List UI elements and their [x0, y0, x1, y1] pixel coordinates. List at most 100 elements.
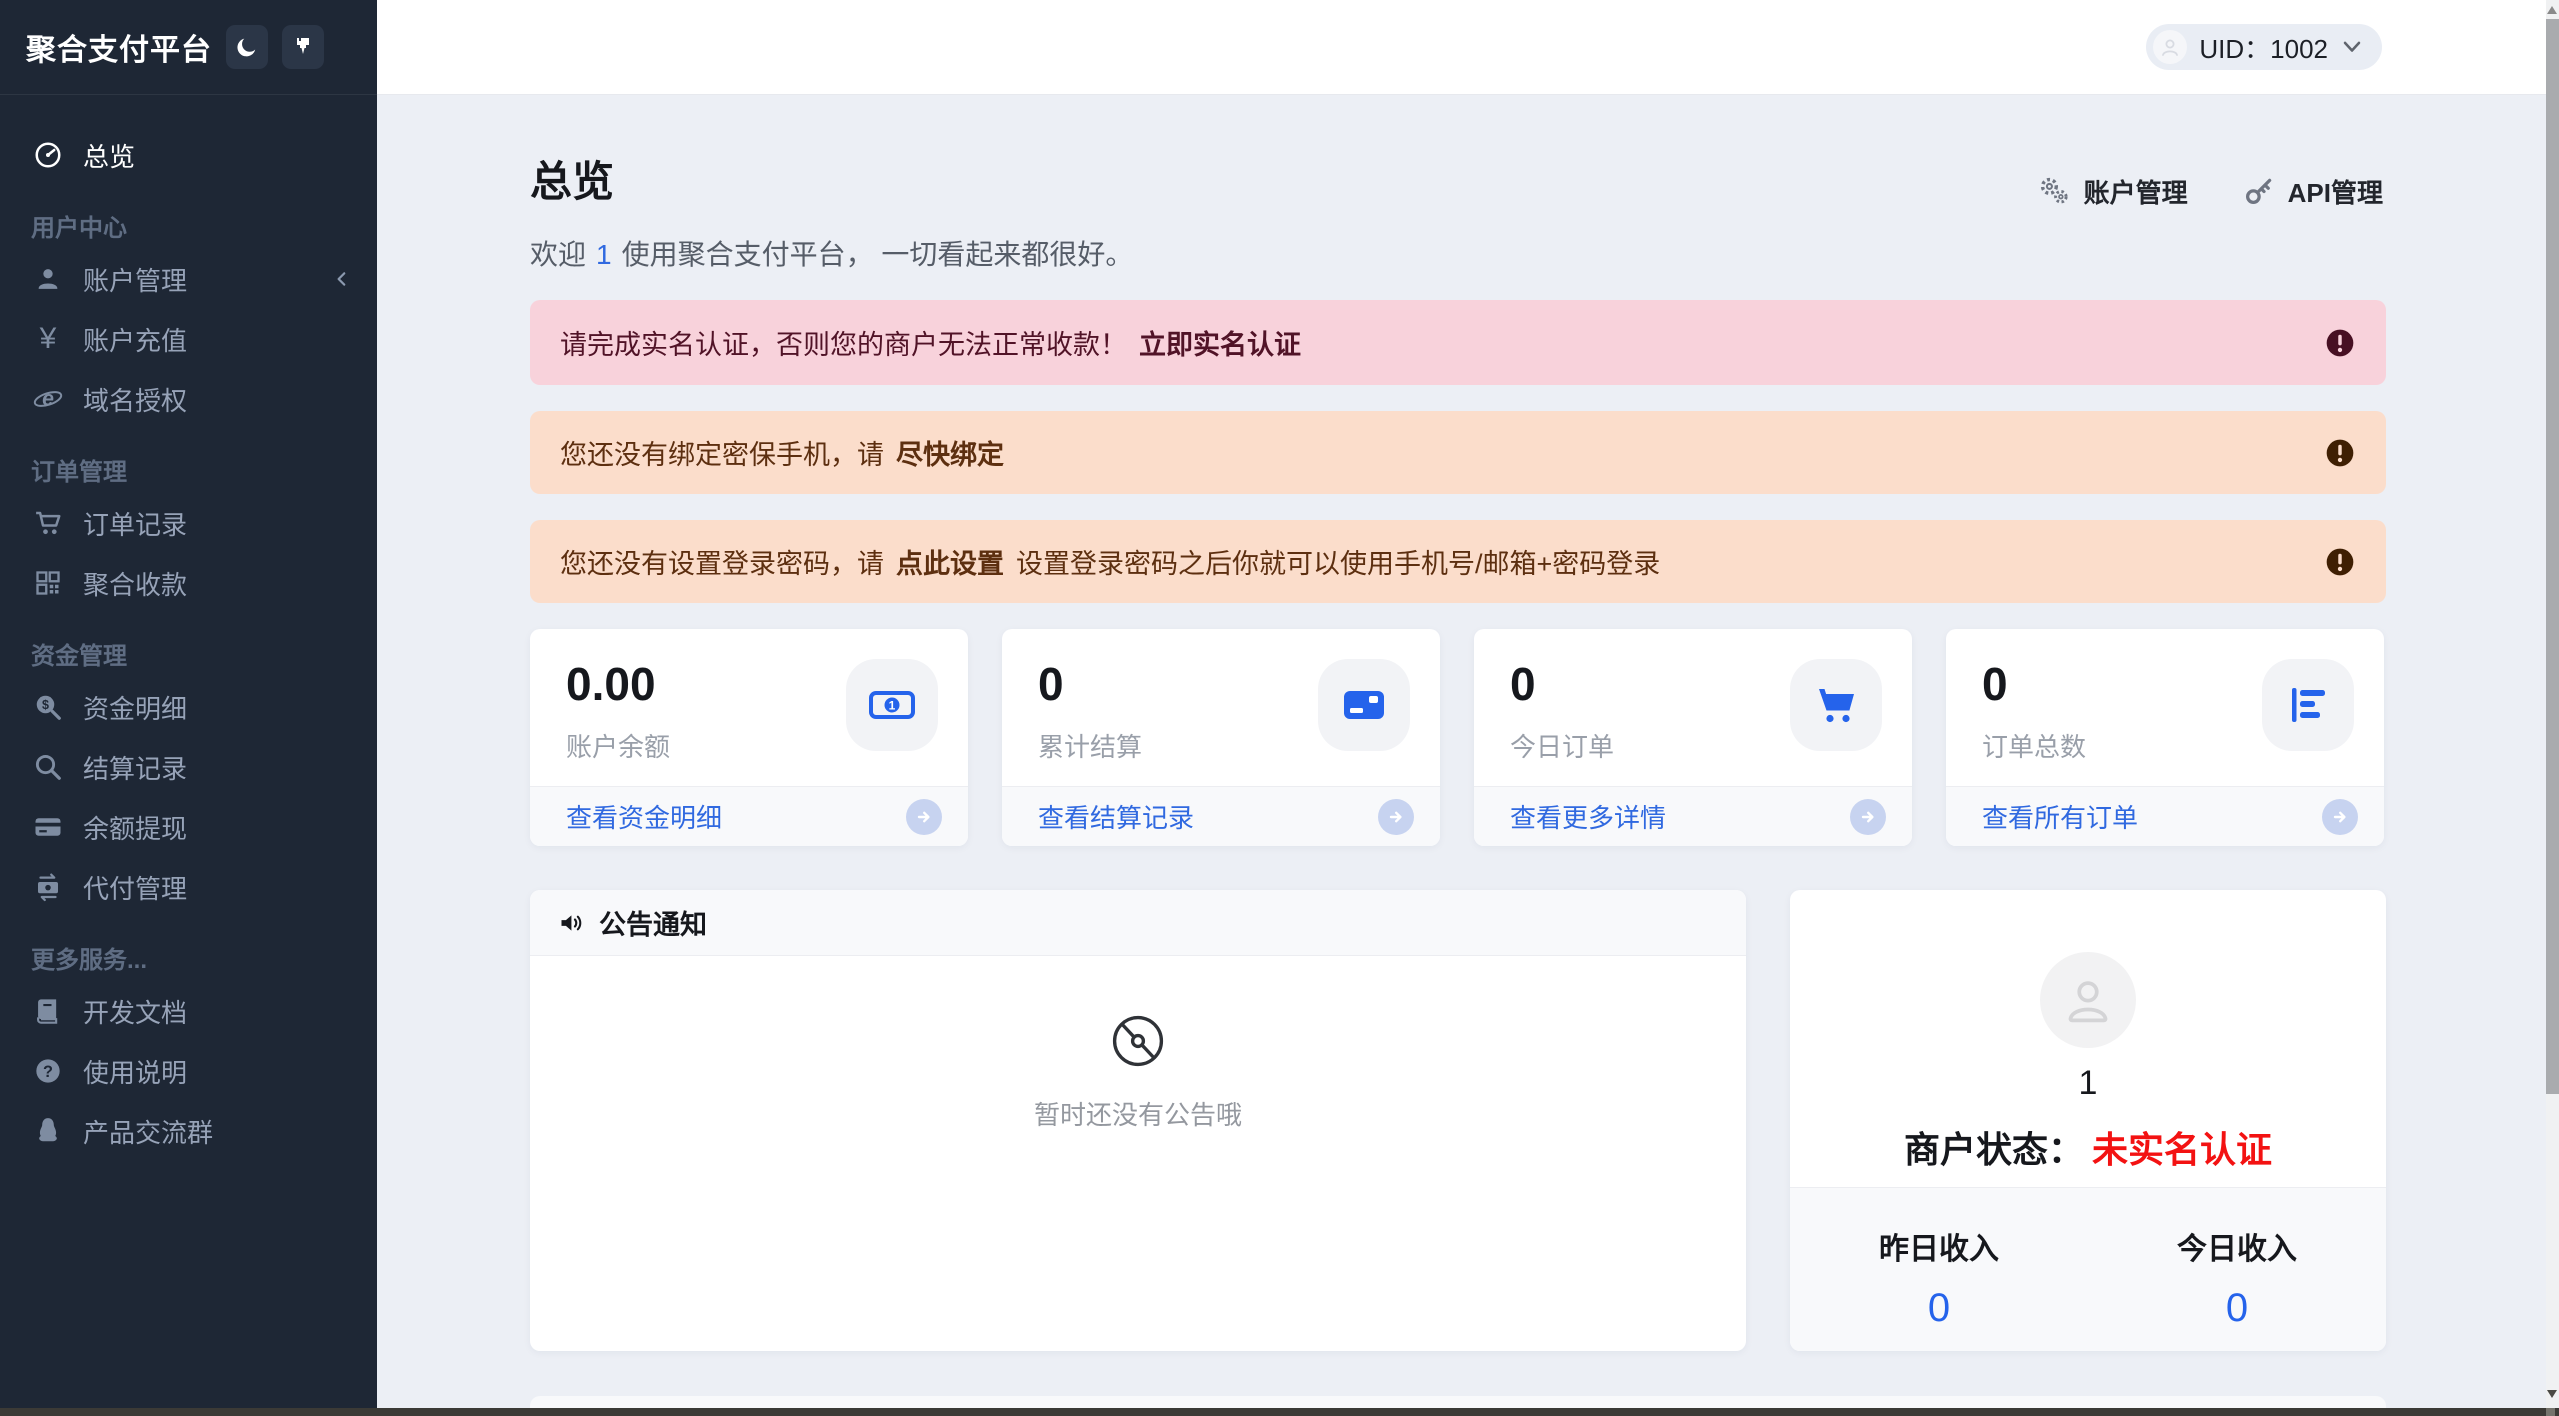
sidebar-item-label: 聚合收款 — [83, 569, 188, 600]
question-icon: ? — [33, 1054, 63, 1088]
exclamation-icon — [2324, 437, 2356, 469]
income-label: 今日收入 — [2177, 1233, 2297, 1266]
sidebar-item-settle-records[interactable]: 结算记录 — [0, 737, 377, 797]
sidebar-item-label: 代付管理 — [83, 873, 188, 904]
window-bottom-edge-notch — [2546, 1408, 2555, 1416]
yen-icon: ¥ — [39, 322, 57, 355]
page-title: 总览 — [530, 158, 615, 205]
alert-bind-phone: 您还没有绑定密保手机，请 尽快绑定 — [530, 411, 2386, 494]
quick-link-api-manage[interactable]: API管理 — [2244, 173, 2383, 210]
announcement-empty-state: 暂时还没有公告哦 — [530, 956, 1746, 1132]
app-logo: 聚合支付平台 — [26, 34, 212, 67]
stat-link-label: 查看资金明细 — [566, 803, 723, 833]
sidebar-item-recharge[interactable]: ¥ 账户充值 — [0, 309, 377, 369]
scrollbar-up-arrow[interactable] — [2547, 6, 2557, 14]
svg-text:$: $ — [42, 698, 49, 712]
alert-action-link[interactable]: 尽快绑定 — [896, 433, 1004, 472]
sidebar-item-order-records[interactable]: 订单记录 — [0, 493, 377, 553]
stat-card-link[interactable]: 查看结算记录 — [1002, 786, 1440, 846]
stat-card-link[interactable]: 查看所有订单 — [1946, 786, 2384, 846]
stat-card-settlement: 0 累计结算 查看结算记录 — [1002, 629, 1440, 846]
sidebar-item-usage-guide[interactable]: ? 使用说明 — [0, 1041, 377, 1101]
sidebar-item-label: 产品交流群 — [83, 1117, 214, 1148]
sidebar-logo-row: 聚合支付平台 — [0, 0, 377, 95]
svg-text:1: 1 — [889, 698, 896, 712]
sidebar-item-label: 余额提现 — [83, 813, 188, 844]
chevron-down-icon — [2342, 40, 2362, 54]
alert-action-link[interactable]: 点此设置 — [896, 542, 1004, 581]
sidebar-item-label: 域名授权 — [83, 385, 188, 416]
merchant-income-footer: 昨日收入 0 今日收入 0 — [1790, 1187, 2386, 1351]
sidebar-section-more: 更多服务... — [31, 947, 148, 974]
welcome-prefix: 欢迎 — [530, 239, 587, 270]
user-avatar-icon — [2040, 952, 2136, 1048]
stat-card-body: 0 订单总数 — [1946, 629, 2384, 786]
user-icon — [33, 262, 63, 296]
sidebar-item-withdraw[interactable]: 余额提现 — [0, 797, 377, 857]
merchant-status-label: 商户状态： — [1903, 1129, 2084, 1170]
book-icon — [33, 994, 63, 1028]
welcome-text: 欢迎 1 使用聚合支付平台， 一切看起来都很好。 — [530, 233, 1133, 273]
alert-action-link[interactable]: 立即实名认证 — [1139, 323, 1301, 362]
alert-text: 请完成实名认证，否则您的商户无法正常收款！ — [560, 330, 1127, 360]
stat-card-link[interactable]: 查看资金明细 — [530, 786, 968, 846]
stat-link-label: 查看结算记录 — [1038, 803, 1195, 833]
merchant-status-value: 未实名认证 — [2092, 1129, 2273, 1170]
gears-icon — [2038, 175, 2070, 207]
sidebar-item-label: 账户充值 — [83, 325, 188, 356]
sidebar-item-label: 使用说明 — [83, 1057, 188, 1088]
income-today: 今日收入 0 — [2088, 1188, 2386, 1351]
stat-card-balance: 0.00 账户余额 1 查看资金明细 — [530, 629, 968, 846]
main-content: 总览 欢迎 1 使用聚合支付平台， 一切看起来都很好。 账户管理 API管理 请完成… — [377, 96, 2546, 1408]
quick-link-account-manage[interactable]: 账户管理 — [2038, 173, 2188, 210]
chevron-left-icon — [333, 270, 351, 288]
arrow-right-icon — [1378, 798, 1414, 835]
alert-realname: 请完成实名认证，否则您的商户无法正常收款！ 立即实名认证 — [530, 300, 2386, 385]
dashboard-icon — [33, 138, 63, 172]
exclamation-icon — [2324, 327, 2356, 359]
sidebar-item-dev-docs[interactable]: 开发文档 — [0, 981, 377, 1041]
qrcode-icon — [33, 566, 63, 600]
announcement-empty-text: 暂时还没有公告哦 — [1033, 1100, 1242, 1130]
cart-icon — [1790, 659, 1882, 751]
sidebar-item-product-group[interactable]: 产品交流群 — [0, 1101, 377, 1161]
sidebar-section-orders: 订单管理 — [31, 459, 127, 486]
search-dollar-icon: $ — [33, 690, 63, 724]
sidebar-section-funds: 资金管理 — [31, 643, 127, 670]
svg-text:?: ? — [43, 1063, 53, 1081]
income-value: 0 — [1927, 1286, 1951, 1330]
sidebar-item-account-manage[interactable]: 账户管理 — [0, 249, 377, 309]
announcement-title: 公告通知 — [599, 910, 707, 940]
exclamation-icon — [2324, 546, 2356, 578]
arrow-right-icon — [906, 798, 942, 835]
stat-card-today-orders: 0 今日订单 查看更多详情 — [1474, 629, 1912, 846]
announcement-header: 公告通知 — [530, 890, 1746, 956]
credit-card-icon — [33, 810, 63, 844]
income-yesterday: 昨日收入 0 — [1790, 1188, 2088, 1351]
stat-cards: 0.00 账户余额 1 查看资金明细 0 累计结算 查看结算记录 0 今日订单 … — [530, 629, 2384, 846]
stat-card-link[interactable]: 查看更多详情 — [1474, 786, 1912, 846]
announcement-panel: 公告通知 暂时还没有公告哦 — [530, 890, 1746, 1351]
scrollbar-thumb[interactable] — [2546, 19, 2559, 1094]
sidebar-item-fund-details[interactable]: $ 资金明细 — [0, 677, 377, 737]
vertical-scrollbar[interactable] — [2546, 0, 2559, 1408]
sidebar-item-aggregate-collect[interactable]: 聚合收款 — [0, 553, 377, 613]
sidebar-item-overview[interactable]: 总览 — [0, 125, 377, 185]
sidebar-section-user-center: 用户中心 — [31, 215, 127, 242]
sidebar-menu: 总览 用户中心 账户管理 ¥ 账户充值 e 域名授权 订单管理 订单记录 聚合收… — [0, 95, 377, 1161]
welcome-suffix: 使用聚合支付平台， 一切看起来都很好。 — [621, 239, 1134, 270]
uid-dropdown[interactable]: UID：1002 — [2146, 24, 2382, 70]
sidebar-item-label: 账户管理 — [83, 265, 188, 296]
qq-icon — [33, 1114, 63, 1148]
sidebar: 聚合支付平台 总览 用户中心 账户管理 ¥ 账户充值 e 域名授权 订单管理 订… — [0, 0, 377, 1416]
stat-link-label: 查看所有订单 — [1982, 803, 2139, 833]
stat-card-total-orders: 0 订单总数 查看所有订单 — [1946, 629, 2384, 846]
scrollbar-down-arrow[interactable] — [2547, 1390, 2557, 1398]
dark-mode-button[interactable] — [226, 25, 268, 69]
theme-brush-button[interactable] — [282, 25, 324, 69]
topbar: UID：1002 — [377, 0, 2546, 95]
sidebar-item-payout-manage[interactable]: 代付管理 — [0, 857, 377, 917]
user-avatar-icon — [2153, 30, 2188, 64]
sidebar-item-domain-auth[interactable]: e 域名授权 — [0, 369, 377, 429]
quick-link-label: API管理 — [2287, 177, 2383, 208]
